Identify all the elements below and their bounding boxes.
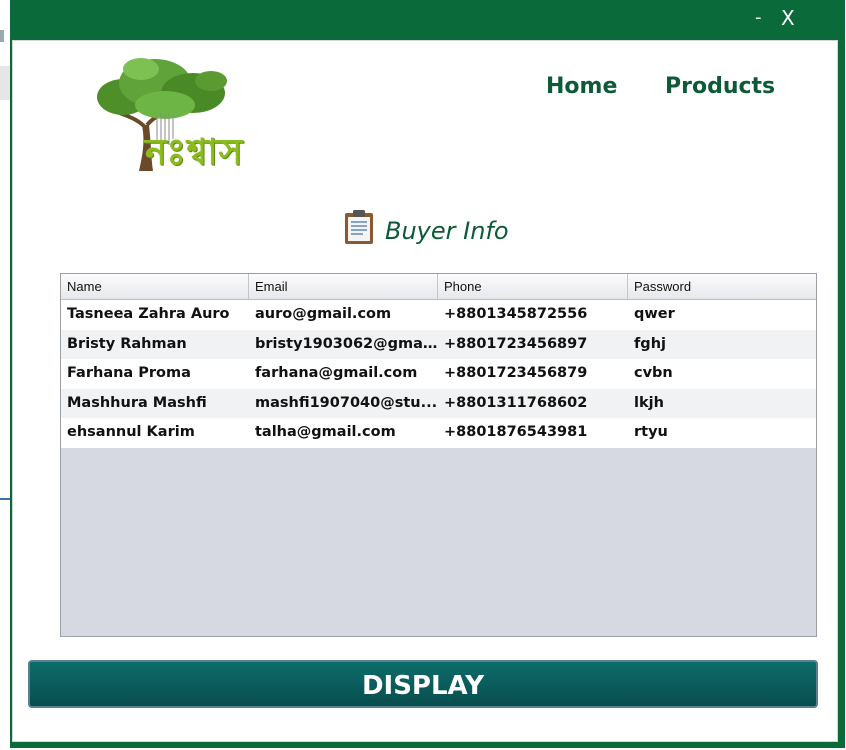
column-header-name[interactable]: Name xyxy=(61,274,249,299)
cell-email: bristy1903062@gmai... xyxy=(255,335,438,352)
cell-phone: +8801723456879 xyxy=(444,365,588,382)
cell-name: Tasneea Zahra Auro xyxy=(67,306,230,322)
cell-email: mashfi1907040@stu... xyxy=(255,394,438,411)
cell-password: cvbn xyxy=(634,365,673,382)
app-window: - X নঃশ্বাস Home Products Buyer Info Nam… xyxy=(10,0,845,748)
logo-text: নঃশ্বাস xyxy=(145,132,244,173)
cell-password: qwer xyxy=(634,306,675,322)
buyer-table: Name Email Phone Password Tasneea Zahra … xyxy=(60,273,817,637)
close-button[interactable]: X xyxy=(781,6,795,30)
logo: নঃশ্বাস xyxy=(93,53,303,173)
table-row[interactable]: Bristy Rahman bristy1903062@gmai... +880… xyxy=(61,329,816,360)
cell-phone: +8801876543981 xyxy=(444,424,588,441)
nav-home-link[interactable]: Home xyxy=(546,74,617,99)
column-header-password[interactable]: Password xyxy=(628,274,816,299)
cell-email: talha@gmail.com xyxy=(255,424,396,441)
title-bar: - X xyxy=(10,0,845,40)
table-header: Name Email Phone Password xyxy=(61,274,816,300)
section-title: Buyer Info xyxy=(385,217,509,245)
cell-phone: +8801311768602 xyxy=(444,394,588,411)
background-fragment xyxy=(0,498,10,500)
background-fragment xyxy=(0,66,10,100)
background-fragment xyxy=(0,30,4,42)
table-row[interactable]: Farhana Proma farhana@gmail.com +8801723… xyxy=(61,359,816,389)
cell-phone: +8801345872556 xyxy=(444,306,588,322)
cell-name: Farhana Proma xyxy=(67,365,191,382)
display-button[interactable]: DISPLAY xyxy=(28,660,818,708)
cell-password: fghj xyxy=(634,335,666,352)
desktop-background xyxy=(0,0,10,750)
cell-phone: +8801723456897 xyxy=(444,335,588,352)
column-header-phone[interactable]: Phone xyxy=(438,274,628,299)
main-panel: নঃশ্বাস Home Products Buyer Info Name Em… xyxy=(12,40,838,742)
nav-products-link[interactable]: Products xyxy=(665,74,775,99)
minimize-button[interactable]: - xyxy=(755,6,762,30)
table-row[interactable]: ehsannul Karim talha@gmail.com +88018765… xyxy=(61,418,816,448)
cell-name: Bristy Rahman xyxy=(67,335,187,352)
cell-name: Mashhura Mashfi xyxy=(67,394,207,411)
clipboard-icon xyxy=(345,210,373,244)
column-header-email[interactable]: Email xyxy=(249,274,438,299)
cell-password: rtyu xyxy=(634,424,668,441)
cell-password: lkjh xyxy=(634,394,664,411)
cell-email: auro@gmail.com xyxy=(255,306,392,322)
cell-email: farhana@gmail.com xyxy=(255,365,418,382)
table-row[interactable]: Tasneea Zahra Auro auro@gmail.com +88013… xyxy=(61,300,816,330)
table-row[interactable]: Mashhura Mashfi mashfi1907040@stu... +88… xyxy=(61,388,816,419)
cell-name: ehsannul Karim xyxy=(67,424,195,441)
